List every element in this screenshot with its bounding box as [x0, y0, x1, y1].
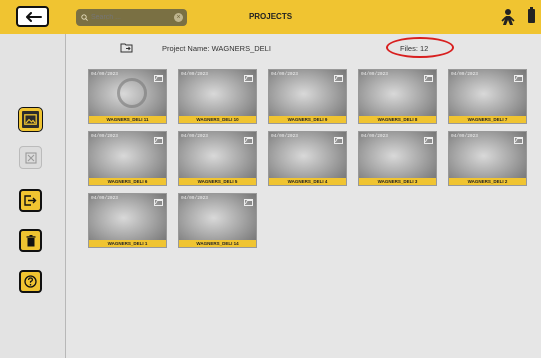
search-icon [81, 14, 88, 21]
thumbnail-label: WAGNERS_DELI 9 [269, 116, 346, 123]
thumbnail-label: WAGNERS_DELI 5 [179, 178, 256, 185]
back-button[interactable] [16, 6, 49, 27]
folder-icon[interactable] [120, 42, 134, 53]
image-icon [24, 114, 37, 125]
thumbnail-label: WAGNERS_DELI 4 [269, 178, 346, 185]
image-icon [514, 75, 523, 82]
thumbnail[interactable]: 04/09/2023 WAGNERS_DELI 14 [178, 193, 257, 248]
thumbnail[interactable]: 04/09/2023 WAGNERS_DELI 5 [178, 131, 257, 186]
thumbnail-date: 04/09/2023 [361, 134, 389, 139]
thumbnail[interactable]: 04/09/2023 WAGNERS_DELI 9 [268, 69, 347, 124]
thumbnail-date: 04/09/2023 [451, 134, 479, 139]
thumbnail-label: WAGNERS_DELI 2 [449, 178, 526, 185]
pipe-ring [117, 78, 147, 108]
thumbnail[interactable]: 04/09/2023 WAGNERS_DELI 8 [358, 69, 437, 124]
image-icon [514, 137, 523, 144]
sidebar [0, 34, 66, 358]
image-icon [244, 75, 253, 82]
delete-button[interactable] [19, 229, 42, 252]
thumbnail-date: 04/09/2023 [91, 196, 119, 201]
image-icon [334, 137, 343, 144]
thumbnail-label: WAGNERS_DELI 8 [359, 116, 436, 123]
image-icon [334, 75, 343, 82]
help-button[interactable] [19, 270, 42, 293]
image-icon [244, 137, 253, 144]
image-icon [244, 199, 253, 206]
thumbnail-date: 04/09/2023 [451, 72, 479, 77]
thumbnail-grid: 04/09/2023 WAGNERS_DELI 11 04/09/2023 WA… [88, 69, 528, 248]
thumbnail[interactable]: 04/09/2023 WAGNERS_DELI 2 [448, 131, 527, 186]
thumbnail[interactable]: 04/09/2023 WAGNERS_DELI 7 [448, 69, 527, 124]
thumbnail-date: 04/09/2023 [271, 72, 299, 77]
user-profile-icon[interactable] [500, 8, 516, 26]
image-icon [424, 75, 433, 82]
thumbnail-date: 04/09/2023 [91, 134, 119, 139]
clear-search-icon[interactable]: × [174, 13, 183, 22]
thumbnail[interactable]: 04/09/2023 WAGNERS_DELI 1 [88, 193, 167, 248]
top-bar: × PROJECTS [0, 0, 541, 34]
trash-icon [26, 234, 35, 246]
image-x-icon [24, 151, 37, 164]
thumbnail-label: WAGNERS_DELI 7 [449, 116, 526, 123]
thumbnail-label: WAGNERS_DELI 1 [89, 240, 166, 247]
thumbnail-label: WAGNERS_DELI 11 [89, 116, 166, 123]
files-count-highlight [386, 37, 454, 58]
search-box[interactable]: × [76, 9, 187, 26]
thumbnail-label: WAGNERS_DELI 14 [179, 240, 256, 247]
thumbnail-date: 04/09/2023 [271, 134, 299, 139]
image-icon [154, 199, 163, 206]
image-icon [424, 137, 433, 144]
export-button[interactable] [19, 189, 42, 212]
image-icon [154, 137, 163, 144]
image-icon [154, 75, 163, 82]
arrow-left-icon [25, 11, 42, 22]
thumbnail-date: 04/09/2023 [181, 196, 209, 201]
thumbnail-date: 04/09/2023 [91, 72, 119, 77]
thumbnail-date: 04/09/2023 [181, 72, 209, 77]
gallery-button[interactable] [18, 107, 43, 132]
thumbnail[interactable]: 04/09/2023 WAGNERS_DELI 3 [358, 131, 437, 186]
help-icon [24, 275, 37, 288]
thumbnail[interactable]: 04/09/2023 WAGNERS_DELI 4 [268, 131, 347, 186]
export-icon [24, 195, 37, 206]
thumbnail-label: WAGNERS_DELI 6 [89, 178, 166, 185]
battery-icon [528, 7, 535, 23]
thumbnail[interactable]: 04/09/2023 WAGNERS_DELI 6 [88, 131, 167, 186]
search-input[interactable] [91, 14, 171, 21]
thumbnail[interactable]: 04/09/2023 WAGNERS_DELI 10 [178, 69, 257, 124]
thumbnail-label: WAGNERS_DELI 3 [359, 178, 436, 185]
delete-image-button[interactable] [19, 146, 42, 169]
thumbnail[interactable]: 04/09/2023 WAGNERS_DELI 11 [88, 69, 167, 124]
thumbnail-label: WAGNERS_DELI 10 [179, 116, 256, 123]
thumbnail-date: 04/09/2023 [181, 134, 209, 139]
thumbnail-date: 04/09/2023 [361, 72, 389, 77]
project-name: Project Name: WAGNERS_DELI [162, 44, 271, 53]
